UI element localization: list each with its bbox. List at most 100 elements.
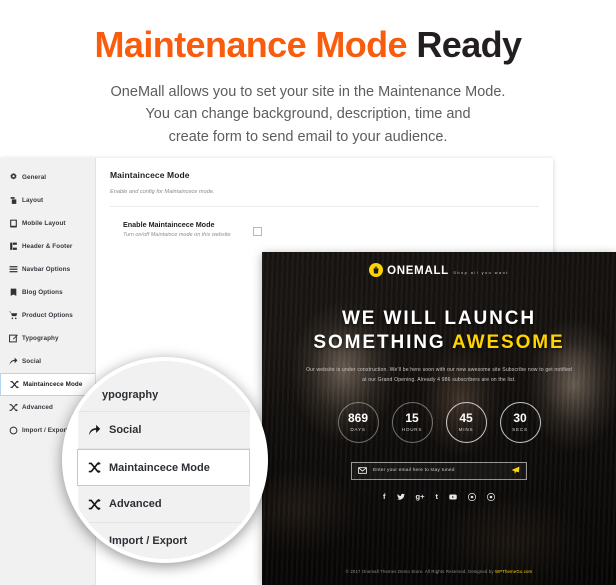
sidebar-item-label: Import / Export [22, 427, 69, 434]
page-root: Maintenance Mode Ready OneMall allows yo… [0, 0, 616, 585]
shuffle-icon [88, 461, 101, 474]
panel-title: Maintaincece Mode [110, 170, 190, 180]
social-youtube-icon[interactable] [449, 493, 457, 501]
magnified-item-advanced[interactable]: Advanced [78, 486, 250, 523]
social-google-plus-icon[interactable]: g+ [416, 493, 425, 501]
sidebar-item-label: Advanced [22, 404, 53, 411]
enable-maintenance-field: Enable Maintaincece Mode Turn on/off Mai… [110, 220, 539, 240]
panel-description: Enable and config for Maintaincece mode. [110, 189, 215, 195]
sidebar-item-label: Navbar Options [22, 266, 71, 273]
panel-divider [110, 206, 539, 207]
shuffle-icon [88, 498, 101, 510]
magnified-item-typography[interactable]: ypography [78, 378, 250, 412]
sidebar-item-navbar-options[interactable]: Navbar Options [0, 258, 95, 281]
countdown-unit: MINS [458, 427, 474, 433]
social-facebook-icon[interactable]: f [383, 493, 386, 501]
countdown-mins: 45 MINS [445, 401, 487, 443]
sidebar-item-label: General [22, 174, 47, 181]
sidebar-item-label: Social [22, 358, 42, 365]
social-tumblr-icon[interactable]: t [435, 493, 438, 501]
countdown-unit: SECS [512, 427, 528, 433]
sidebar-item-label: Product Options [22, 312, 73, 319]
countdown-secs: 30 SECS [499, 401, 541, 443]
social-links: f g+ t [262, 493, 616, 501]
sidebar-item-product-options[interactable]: Product Options [0, 304, 95, 327]
copyright-link[interactable]: WPThemeGo.com [495, 569, 532, 574]
countdown-unit: DAYS [350, 427, 366, 433]
magnified-item-social[interactable]: Social [78, 412, 250, 449]
share-arrow-icon [9, 357, 18, 365]
field-description: Turn on/off Maintaince mode on this webs… [123, 232, 231, 238]
countdown-timer: 869 DAYS 15 HOURS 45 MINS 30 SECS [262, 401, 616, 443]
sidebar-item-label: Layout [22, 197, 44, 204]
preview-logo: ONEMALL Shop all you want [369, 262, 509, 278]
magnified-item-import-export[interactable]: Import / Export [78, 523, 250, 559]
preview-headline: WE WILL LAUNCH SOMETHING AWESOME [262, 307, 616, 354]
shopping-bag-icon [369, 263, 384, 277]
magnified-sidebar: ypography Social Maintaincece Mode Advan… [77, 361, 250, 559]
circle-icon [9, 426, 18, 435]
magnified-item-maintaincece-mode[interactable]: Maintaincece Mode [77, 449, 250, 486]
page-subtitle-line-1: OneMall allows you to set your site in t… [110, 83, 506, 100]
countdown-value: 30 [513, 411, 527, 426]
magnified-item-label: ypography [102, 388, 159, 401]
copyright-text: © 2017 Onemall Themes Demo Store. All Ri… [345, 569, 495, 574]
arrow-icon [89, 536, 100, 543]
preview-headline-line-1: WE WILL LAUNCH [341, 308, 537, 329]
preview-description: Our website is under construction. We'll… [305, 367, 573, 384]
header-footer-icon [10, 242, 17, 250]
magnified-item-label: Maintaincece Mode [109, 461, 210, 474]
sidebar-item-label: Typography [22, 335, 59, 342]
subscribe-form[interactable]: Enter your email here to stay tuned [351, 461, 527, 480]
shuffle-icon [9, 403, 18, 412]
sidebar-item-header-footer[interactable]: Header & Footer [0, 235, 95, 258]
sidebar-item-blog-options[interactable]: Blog Options [0, 281, 95, 304]
enable-maintenance-checkbox[interactable] [253, 227, 262, 236]
preview-copyright: © 2017 Onemall Themes Demo Store. All Ri… [262, 569, 616, 574]
pencil-square-icon [9, 334, 18, 343]
social-pinterest-icon[interactable] [467, 492, 476, 501]
envelope-icon [358, 467, 367, 475]
sidebar-item-general[interactable]: General [0, 166, 95, 189]
page-title: Maintenance Mode Ready [0, 26, 616, 64]
field-label: Enable Maintaincece Mode [123, 220, 215, 229]
sidebar-item-mobile-layout[interactable]: Mobile Layout [0, 212, 95, 235]
social-instagram-icon[interactable] [486, 492, 495, 501]
coming-soon-preview: ONEMALL Shop all you want WE WILL LAUNCH… [262, 252, 616, 585]
page-subtitle-line-3: create form to send email to your audien… [168, 128, 448, 145]
preview-logo-name: ONEMALL [387, 265, 449, 277]
magnified-item-label: Advanced [109, 498, 162, 510]
shuffle-icon [10, 380, 19, 389]
sidebar-item-typography[interactable]: Typography [0, 327, 95, 350]
sidebar-item-label: Header & Footer [22, 243, 73, 250]
magnifier-lens: ypography Social Maintaincece Mode Advan… [62, 357, 268, 563]
sidebar-item-label: Mobile Layout [22, 220, 66, 227]
magnified-item-label: Import / Export [109, 535, 188, 547]
sidebar-item-label: Maintaincece Mode [23, 381, 83, 388]
preview-headline-line-2-accent: AWESOME [452, 331, 565, 353]
preview-logo-tagline: Shop all you want [453, 271, 509, 275]
sidebar-item-label: Blog Options [22, 289, 63, 296]
preview-headline-line-2-plain: SOMETHING [313, 331, 453, 353]
countdown-unit: HOURS [401, 427, 423, 433]
page-subtitle-line-2: You can change background, description, … [145, 106, 471, 123]
countdown-hours: 15 HOURS [391, 401, 433, 443]
social-twitter-icon[interactable] [396, 493, 405, 501]
magnified-item-label: Social [109, 424, 142, 436]
countdown-value: 15 [405, 411, 419, 426]
countdown-value: 869 [347, 411, 369, 426]
send-paper-plane-icon[interactable] [511, 466, 520, 475]
promo-header: Maintenance Mode Ready OneMall allows yo… [0, 0, 616, 158]
page-subtitle: OneMall allows you to set your site in t… [0, 81, 616, 148]
cart-icon [9, 311, 18, 320]
countdown-value: 45 [459, 411, 473, 426]
mobile-icon [10, 219, 17, 228]
sidebar-item-layout[interactable]: Layout [0, 189, 95, 212]
menu-bars-icon [9, 266, 18, 273]
email-input-placeholder[interactable]: Enter your email here to stay tuned [373, 468, 511, 473]
gear-icon [10, 173, 17, 180]
share-arrow-icon [88, 424, 101, 435]
book-icon [10, 288, 17, 296]
page-title-accent: Maintenance Mode [94, 24, 408, 65]
layers-icon [10, 197, 17, 204]
